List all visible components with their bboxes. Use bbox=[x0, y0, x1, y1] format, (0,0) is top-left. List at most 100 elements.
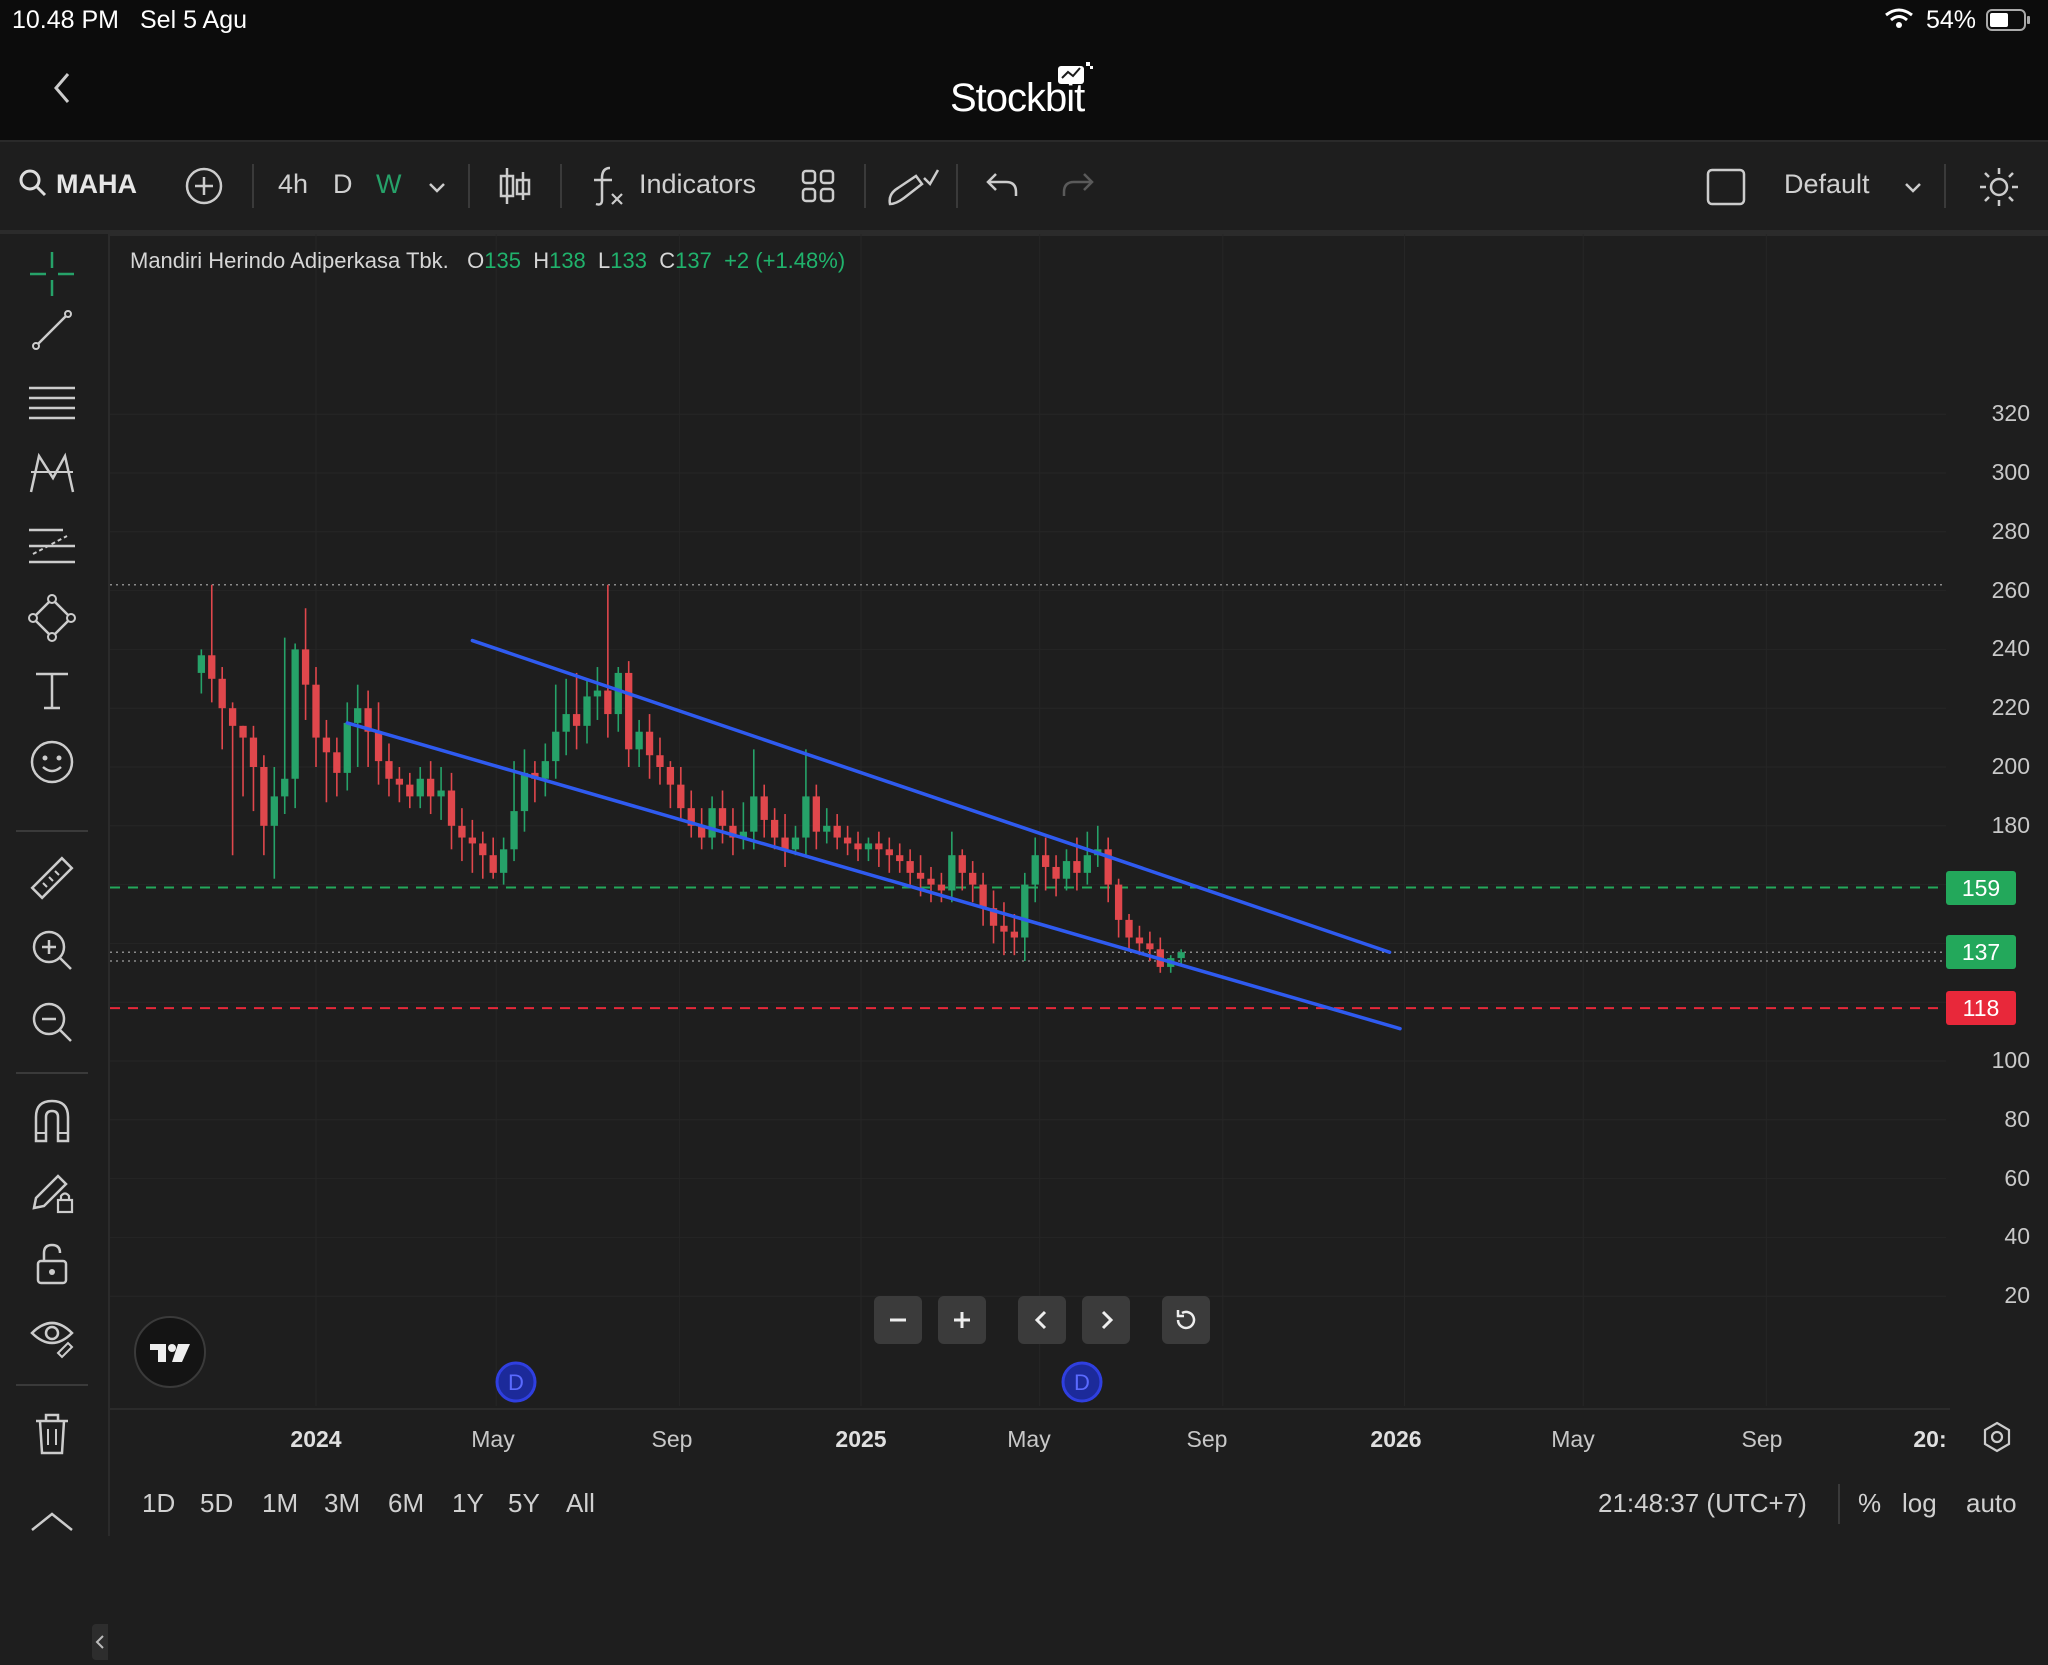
candle-body bbox=[437, 790, 445, 797]
candle-body bbox=[1125, 919, 1133, 938]
chevron-right-icon bbox=[1101, 1310, 1114, 1330]
time-label: 2024 bbox=[290, 1426, 342, 1452]
unlock-icon[interactable] bbox=[22, 1234, 82, 1294]
candle-body bbox=[625, 672, 633, 750]
price-label: 40 bbox=[2004, 1223, 2030, 1250]
price-label: 320 bbox=[1991, 400, 2030, 427]
time-label: May bbox=[1551, 1426, 1595, 1452]
candle-body bbox=[552, 731, 560, 762]
interval-d[interactable]: D bbox=[333, 169, 353, 200]
clock-timezone[interactable]: 21:48:37 (UTC+7) bbox=[1598, 1488, 1807, 1519]
zoom-in-icon[interactable] bbox=[22, 920, 82, 980]
range-1m[interactable]: 1M bbox=[262, 1488, 298, 1519]
interval-4h[interactable]: 4h bbox=[278, 169, 308, 200]
price-chart[interactable]: DD bbox=[110, 234, 1950, 1406]
dividend-marker[interactable]: D bbox=[1061, 1361, 1103, 1403]
candle-body bbox=[197, 655, 205, 673]
lock-drawings-icon[interactable] bbox=[22, 1162, 82, 1222]
layout-chevron-down-icon[interactable] bbox=[1902, 174, 1924, 205]
candle-body bbox=[896, 855, 904, 862]
forecast-icon[interactable] bbox=[22, 516, 82, 576]
text-tool-icon[interactable] bbox=[22, 660, 82, 720]
high-value: 138 bbox=[549, 248, 586, 273]
battery-percent: 54% bbox=[1926, 6, 1977, 34]
price-label: 180 bbox=[1991, 811, 2030, 838]
price-axis[interactable]: 320 300 280 260 240 220 200 180 100 80 60 40 20 159 13… bbox=[1946, 234, 2048, 1406]
layout-select[interactable]: Default bbox=[1784, 169, 1870, 200]
scroll-left-button[interactable] bbox=[1018, 1296, 1066, 1344]
function-icon[interactable] bbox=[590, 164, 626, 215]
layout-square-icon[interactable] bbox=[1706, 168, 1746, 213]
trend-line[interactable] bbox=[470, 638, 1392, 954]
time-axis[interactable]: 2024 May Sep 2025 May Sep 2026 May Sep 20: bbox=[110, 1408, 2011, 1470]
candle-type-icon[interactable] bbox=[498, 164, 532, 215]
trend-line[interactable] bbox=[345, 721, 1402, 1031]
zoom-in-button[interactable] bbox=[938, 1296, 986, 1344]
symbol-search-button[interactable]: MAHA bbox=[56, 169, 137, 200]
auto-toggle[interactable]: auto bbox=[1966, 1488, 2017, 1519]
zoom-out-icon[interactable] bbox=[22, 992, 82, 1052]
range-1d[interactable]: 1D bbox=[142, 1488, 175, 1519]
range-5y[interactable]: 5Y bbox=[508, 1488, 540, 1519]
range-all[interactable]: All bbox=[566, 1488, 595, 1519]
range-6m[interactable]: 6M bbox=[388, 1488, 424, 1519]
low-value: 133 bbox=[610, 248, 647, 273]
emoji-icon[interactable] bbox=[22, 732, 82, 792]
price-label: 60 bbox=[2004, 1164, 2030, 1191]
candle-body bbox=[1031, 855, 1039, 885]
drawing-brush-icon[interactable] bbox=[886, 166, 940, 213]
more-tools-diamond-icon[interactable] bbox=[28, 1510, 76, 1541]
candle-body bbox=[385, 761, 393, 779]
candle-body bbox=[677, 784, 685, 809]
templates-grid-icon[interactable] bbox=[800, 168, 836, 211]
bottom-bar: 1D 5D 1M 3M 6M 1Y 5Y All 21:48:37 (UTC+7… bbox=[110, 1470, 2048, 1536]
undo-icon[interactable] bbox=[984, 170, 1020, 209]
scroll-right-button[interactable] bbox=[1082, 1296, 1130, 1344]
trend-line-icon[interactable] bbox=[22, 300, 82, 360]
crosshair-icon[interactable] bbox=[22, 244, 82, 304]
theme-sun-icon[interactable] bbox=[1978, 166, 2020, 215]
candle-body bbox=[520, 772, 529, 812]
percent-toggle[interactable]: % bbox=[1858, 1488, 1881, 1519]
ruler-icon[interactable] bbox=[22, 848, 82, 908]
price-label: 220 bbox=[1991, 694, 2030, 721]
reset-chart-button[interactable] bbox=[1162, 1296, 1210, 1344]
collapse-toolbar-button[interactable] bbox=[92, 1624, 108, 1660]
candle-body bbox=[1177, 952, 1185, 959]
range-3m[interactable]: 3M bbox=[324, 1488, 360, 1519]
candle-body bbox=[249, 737, 258, 767]
range-1y[interactable]: 1Y bbox=[452, 1488, 484, 1519]
indicators-button[interactable]: Indicators bbox=[639, 169, 756, 200]
range-5d[interactable]: 5D bbox=[200, 1488, 233, 1519]
interval-w[interactable]: W bbox=[376, 169, 401, 200]
candle-body bbox=[770, 819, 779, 838]
redo-icon[interactable] bbox=[1060, 170, 1096, 209]
fib-lines-icon[interactable] bbox=[22, 372, 82, 432]
settings-gear-icon[interactable] bbox=[1980, 1420, 2014, 1459]
magnet-icon[interactable] bbox=[22, 1090, 82, 1150]
app-bar: Stockbit bbox=[0, 40, 2048, 140]
zoom-out-button[interactable] bbox=[874, 1296, 922, 1344]
dividend-marker[interactable]: D bbox=[495, 1361, 537, 1403]
add-compare-icon[interactable] bbox=[184, 166, 224, 213]
candle-body bbox=[510, 811, 518, 850]
candles bbox=[197, 584, 1185, 973]
back-button[interactable] bbox=[44, 68, 84, 108]
candle-body bbox=[948, 855, 956, 891]
time-label: 2026 bbox=[1370, 1426, 1422, 1452]
interval-chevron-down-icon[interactable] bbox=[426, 174, 448, 205]
candle-body bbox=[1073, 861, 1081, 873]
candle-body bbox=[750, 796, 758, 832]
candle-body bbox=[875, 843, 883, 850]
visibility-eye-icon[interactable] bbox=[22, 1306, 82, 1366]
pattern-icon[interactable] bbox=[22, 444, 82, 504]
dividend-markers: DD bbox=[495, 1361, 1103, 1403]
price-label: 80 bbox=[2004, 1105, 2030, 1132]
search-icon[interactable] bbox=[18, 168, 48, 205]
log-toggle[interactable]: log bbox=[1902, 1488, 1937, 1519]
trash-icon[interactable] bbox=[22, 1404, 82, 1464]
plus-icon bbox=[954, 1312, 970, 1328]
tradingview-logo[interactable] bbox=[134, 1316, 206, 1388]
shapes-icon[interactable] bbox=[22, 588, 82, 648]
candle-body bbox=[312, 684, 320, 738]
